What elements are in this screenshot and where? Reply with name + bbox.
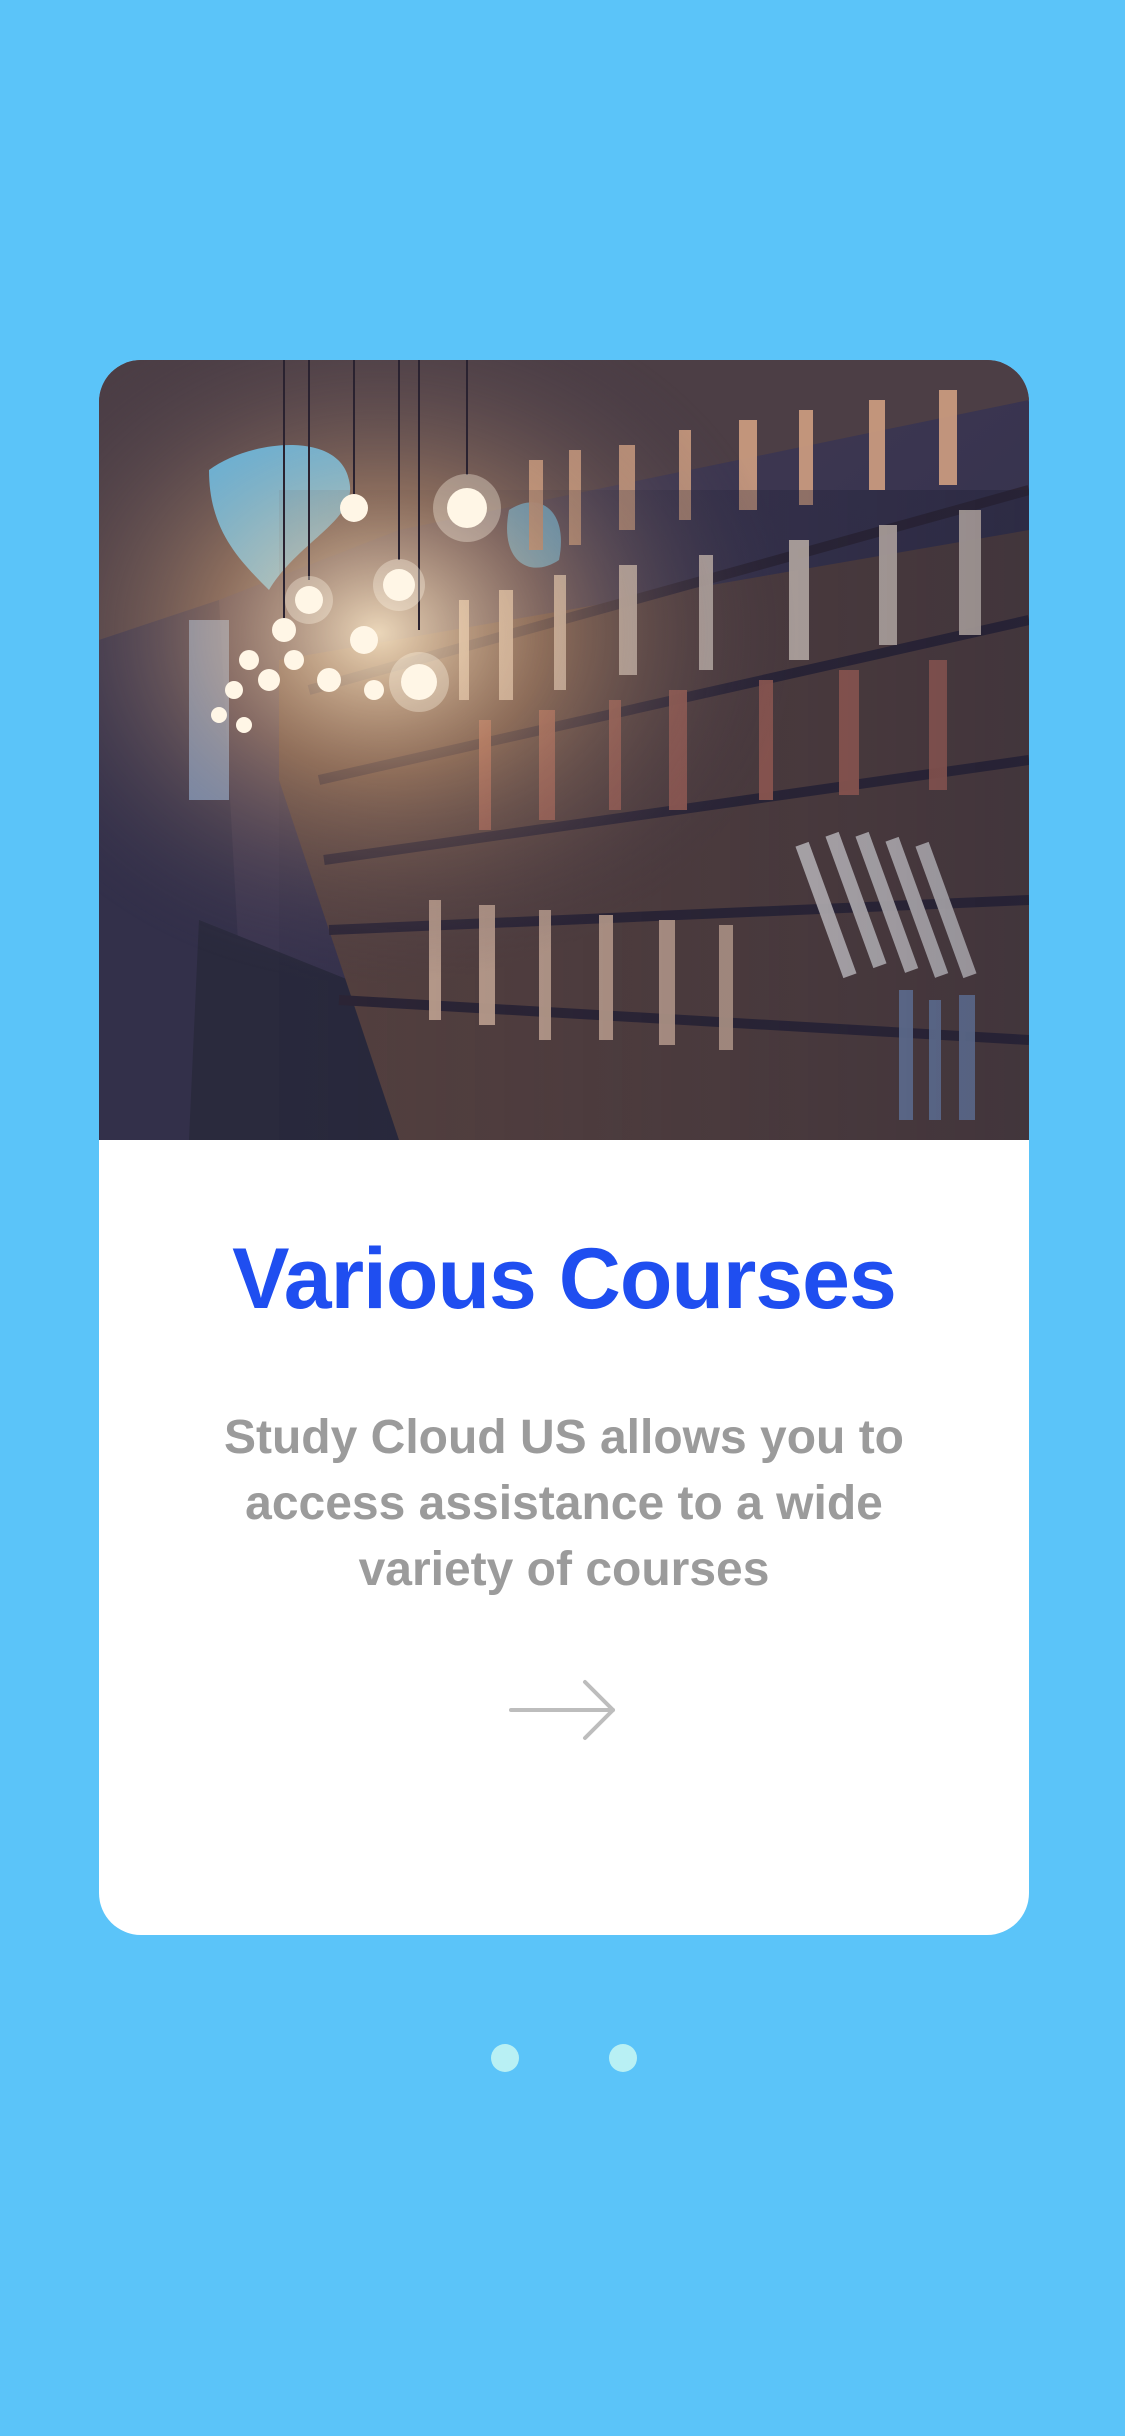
onboarding-card: Various Courses Study Cloud US allows yo… xyxy=(99,360,1029,1935)
card-title: Various Courses xyxy=(232,1231,897,1327)
page-dot-2[interactable] xyxy=(609,2044,637,2072)
library-photo xyxy=(99,360,1029,1140)
page-dot-1[interactable] xyxy=(491,2044,519,2072)
next-button[interactable] xyxy=(499,1660,629,1760)
arrow-right-icon xyxy=(509,1680,615,1740)
page-indicator xyxy=(0,2044,1125,2074)
card-description: Study Cloud US allows you to access assi… xyxy=(223,1411,904,1596)
